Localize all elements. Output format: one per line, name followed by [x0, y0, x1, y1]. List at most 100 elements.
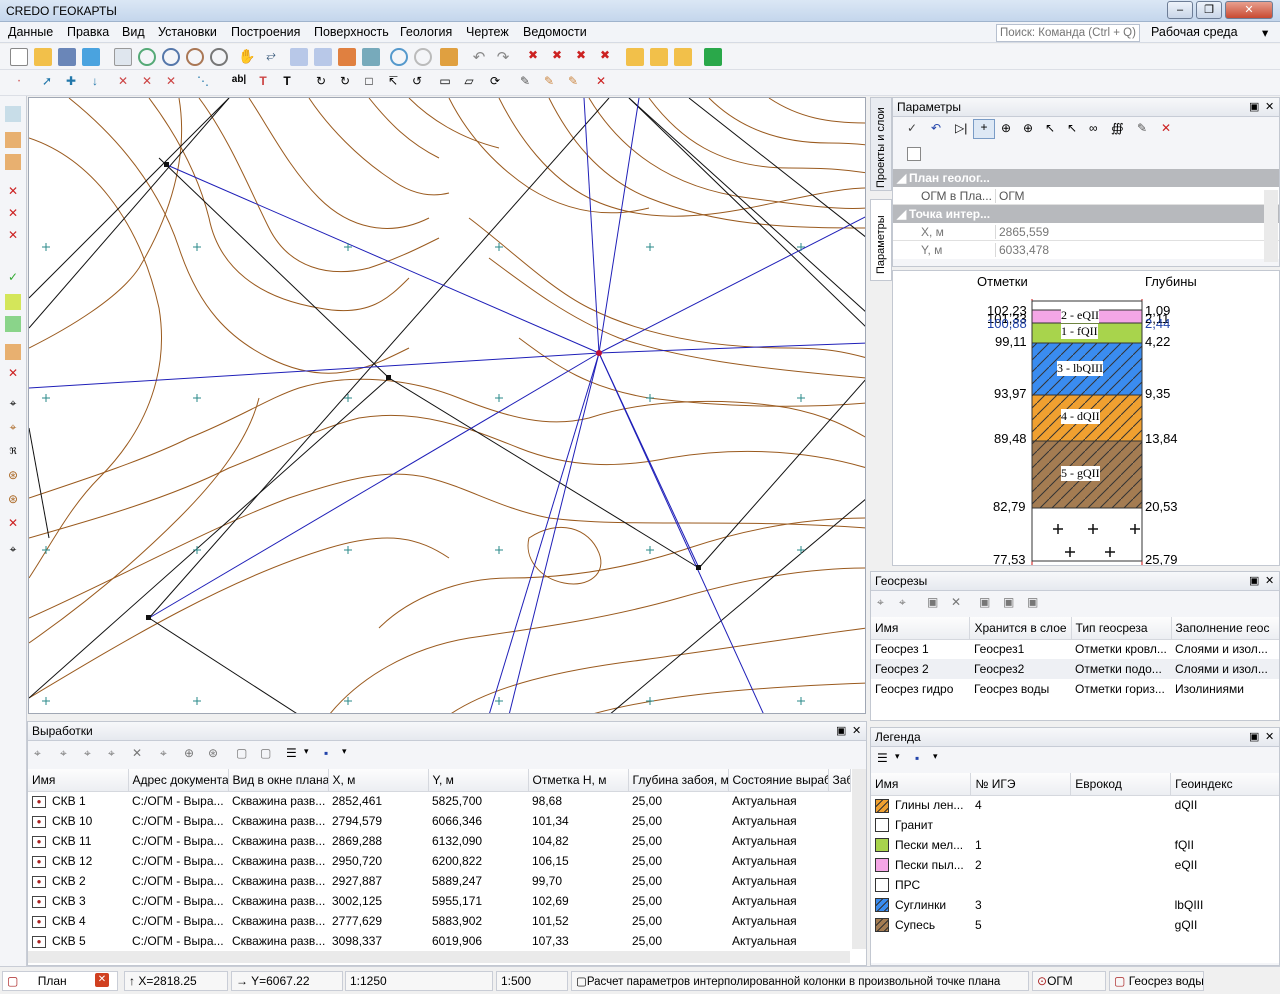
well-marker[interactable]	[696, 565, 701, 570]
list-view-icon[interactable]: ☰	[877, 751, 888, 765]
table-row[interactable]: ● СКВ 1 С:/ОГМ - Выра... Скважина разв... 28…	[28, 791, 850, 811]
text-delete-icon[interactable]: T	[278, 74, 296, 92]
print-icon[interactable]	[674, 48, 692, 66]
profile-icon[interactable]	[5, 344, 21, 360]
pipette-icon[interactable]: ✎	[1137, 121, 1147, 135]
pin-icon[interactable]: ▣	[1249, 100, 1259, 113]
close-icon[interactable]: ✕	[95, 973, 109, 987]
legend-row[interactable]: Глины лен... 4 dQII	[871, 795, 1279, 815]
group-icon[interactable]: ⊛	[208, 746, 218, 760]
apply-icon[interactable]: ✓	[907, 121, 917, 135]
menu-data[interactable]: Данные	[8, 25, 53, 39]
col-name[interactable]: Имя	[28, 769, 129, 792]
rectangle-icon[interactable]: ▭	[436, 74, 454, 92]
close-window-button[interactable]: ✕	[1225, 1, 1273, 19]
polyline-split-icon[interactable]: ↸	[384, 74, 402, 92]
pin-icon[interactable]: ▣	[836, 724, 846, 737]
status-layer-2[interactable]: ▢ Геосрез воды	[1109, 971, 1204, 991]
tab-params[interactable]: Параметры	[870, 199, 892, 281]
prop-section[interactable]: ◢ Точка интер...	[893, 205, 1279, 223]
delete-icon[interactable]: ✕	[951, 595, 961, 609]
prop-value[interactable]: ОГМ	[995, 189, 1025, 203]
snap-icon[interactable]: ∞	[1089, 121, 1098, 135]
col-view[interactable]: Вид в окне плана	[228, 769, 329, 792]
fit-icon[interactable]: ⥂	[262, 48, 280, 66]
polyline-move-icon[interactable]: □	[360, 74, 378, 92]
check-icon[interactable]: ✓	[5, 270, 21, 286]
select-invert-icon[interactable]: ✖	[596, 48, 614, 66]
small-icon[interactable]: ▪	[324, 746, 328, 760]
close-icon[interactable]: ✕	[1265, 730, 1274, 743]
layer-down-icon[interactable]	[362, 48, 380, 66]
chevron-down-icon[interactable]: ▾	[895, 751, 900, 762]
find-icon[interactable]	[390, 48, 408, 66]
minimize-button[interactable]: –	[1167, 1, 1193, 19]
crosshair-icon[interactable]: +	[973, 119, 995, 139]
zoom-in-icon[interactable]	[138, 48, 156, 66]
edit-icon[interactable]: ⌖	[899, 595, 906, 610]
well-marker[interactable]	[146, 615, 151, 620]
legend-row[interactable]: Пески пыл... 2 eQII	[871, 855, 1279, 875]
workings-vscroll[interactable]	[852, 769, 866, 949]
find-icon[interactable]: ⌖	[877, 595, 884, 610]
table-row[interactable]: ● СКВ 11 С:/ОГМ - Выра... Скважина разв... 2…	[28, 831, 850, 851]
status-layer-1[interactable]: ⊙ОГМ	[1032, 971, 1106, 991]
legend-row[interactable]: Гранит	[871, 815, 1279, 835]
col-extra[interactable]: Заб	[828, 769, 851, 792]
prop-value[interactable]: 2865,559	[995, 225, 1049, 239]
point-icon[interactable]: ‧	[10, 74, 28, 92]
back-icon[interactable]: ↶	[931, 121, 941, 135]
tab-projects[interactable]: Проекты и слои	[870, 97, 892, 191]
pen-icon[interactable]: ✎	[516, 74, 534, 92]
menu-view[interactable]: Вид	[122, 25, 145, 39]
chevron-down-icon[interactable]: ▾	[1262, 25, 1268, 40]
surface-icon[interactable]	[5, 316, 21, 332]
intersect-icon[interactable]: ✕	[114, 74, 132, 92]
layer-up-icon[interactable]	[338, 48, 356, 66]
prev-view-icon[interactable]	[290, 48, 308, 66]
col-x[interactable]: X, м	[328, 769, 429, 792]
polyline-join-icon[interactable]: ↺	[408, 74, 426, 92]
copy-icon[interactable]: ▣	[927, 595, 938, 609]
legend-row[interactable]: Супесь 5 gQII	[871, 915, 1279, 935]
table-row[interactable]: ● СКВ 4 С:/ОГМ - Выра... Скважина разв... 27…	[28, 911, 850, 931]
maximize-button[interactable]: ❐	[1196, 1, 1222, 19]
unlock-icon[interactable]: ▢	[260, 746, 271, 760]
col-euro[interactable]: Еврокод	[1070, 773, 1172, 796]
col-geoindex[interactable]: Геоиндекс	[1170, 773, 1279, 796]
command-search-input[interactable]	[996, 24, 1140, 42]
target-icon[interactable]: ⊕	[184, 746, 194, 760]
col-layer[interactable]: Хранится в слое	[969, 617, 1072, 640]
tab-plan[interactable]: ▢ План ✕	[2, 971, 118, 991]
pan-hand-icon[interactable]: ✋	[238, 48, 256, 66]
col-elev[interactable]: Отметка H, м	[528, 769, 629, 792]
polyline-icon[interactable]: ↻	[312, 74, 330, 92]
close-icon[interactable]: ✕	[1265, 574, 1274, 587]
well-marker[interactable]	[386, 375, 391, 380]
list-view-icon[interactable]: ☰	[286, 746, 297, 760]
well-profile-icon[interactable]: ℜ	[5, 446, 21, 462]
prop-section[interactable]: ◢ План геолог...	[893, 169, 1279, 187]
workspace-menu[interactable]: Рабочая среда	[1151, 25, 1238, 39]
info-icon[interactable]	[82, 48, 100, 66]
pin-icon[interactable]: ▣	[1249, 730, 1259, 743]
create-layer-icon[interactable]	[5, 132, 21, 148]
edit-well-icon[interactable]: ⌖	[84, 746, 91, 761]
close-icon[interactable]: ✕	[852, 724, 861, 737]
table-row[interactable]: Геосрез 1 Геосрез1 Отметки кровл... Слоями …	[871, 639, 1279, 659]
new-file-icon[interactable]	[10, 48, 28, 66]
zoom-out-icon[interactable]	[162, 48, 180, 66]
report-icon[interactable]	[650, 48, 668, 66]
menu-construct[interactable]: Построения	[231, 25, 300, 39]
layers1-icon[interactable]: ▣	[979, 595, 990, 609]
table-row[interactable]: Геосрез гидро Геосрез воды Отметки гориз..…	[871, 679, 1279, 699]
table-row[interactable]: ● СКВ 3 С:/ОГМ - Выра... Скважина разв... 30…	[28, 891, 850, 911]
run-icon[interactable]	[704, 48, 722, 66]
delete-icon[interactable]: ✕	[132, 746, 142, 760]
col-type[interactable]: Тип геосреза	[1071, 617, 1172, 640]
legend-row[interactable]: Суглинки 3 lbQIII	[871, 895, 1279, 915]
menu-settings[interactable]: Установки	[158, 25, 217, 39]
collapse-icon[interactable]: ◢	[897, 207, 906, 221]
plan-map[interactable]	[28, 97, 866, 714]
col-doc[interactable]: Адрес документа	[128, 769, 229, 792]
